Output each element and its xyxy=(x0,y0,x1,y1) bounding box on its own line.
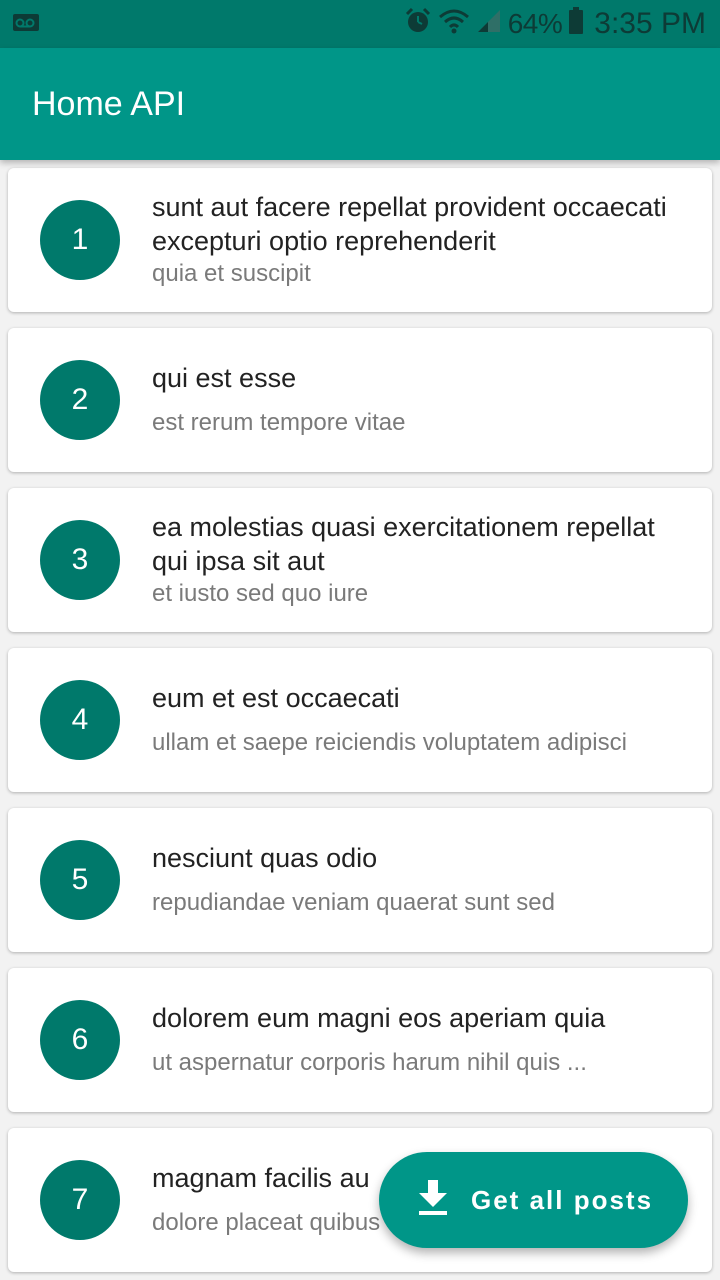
avatar: 1 xyxy=(40,200,120,280)
avatar: 7 xyxy=(40,1160,120,1240)
battery-icon xyxy=(568,6,584,42)
list-item[interactable]: 6 dolorem eum magni eos aperiam quia ut … xyxy=(8,968,712,1112)
list-item[interactable]: 2 qui est esse est rerum tempore vitae xyxy=(8,328,712,472)
wifi-icon xyxy=(438,8,470,41)
list-item[interactable]: 3 ea molestias quasi exercitationem repe… xyxy=(8,488,712,632)
battery-percent: 64% xyxy=(507,8,563,39)
post-subtitle: et iusto sed quo iure xyxy=(152,580,369,607)
app-bar: Home API xyxy=(0,48,720,160)
get-all-posts-button[interactable]: Get all posts xyxy=(379,1152,688,1248)
avatar: 3 xyxy=(40,520,120,600)
clock: 3:35 PM xyxy=(594,7,706,40)
download-icon xyxy=(417,1179,449,1221)
post-subtitle: est rerum tempore vitae xyxy=(152,409,406,436)
get-all-posts-label: Get all posts xyxy=(471,1184,654,1215)
post-title: nesciunt quas odio xyxy=(152,843,378,873)
post-title: sunt aut facere repellat provident occae… xyxy=(152,192,667,256)
avatar: 5 xyxy=(40,840,120,920)
post-subtitle: repudiandae veniam quaerat sunt sed xyxy=(152,889,555,916)
post-title: dolorem eum magni eos aperiam quia xyxy=(152,1003,606,1033)
post-title: ea molestias quasi exercitationem repell… xyxy=(152,512,655,576)
post-title: eum et est occaecati xyxy=(152,683,400,713)
signal-icon xyxy=(476,8,502,41)
voicemail-icon xyxy=(12,11,42,38)
alarm-icon xyxy=(404,7,432,42)
list-item[interactable]: 4 eum et est occaecati ullam et saepe re… xyxy=(8,648,712,792)
post-title: qui est esse xyxy=(152,363,297,393)
avatar: 2 xyxy=(40,360,120,440)
post-subtitle: ullam et saepe reiciendis voluptatem adi… xyxy=(152,729,627,756)
avatar: 6 xyxy=(40,1000,120,1080)
page-title: Home API xyxy=(32,84,186,123)
avatar: 4 xyxy=(40,680,120,760)
list-item[interactable]: 1 sunt aut facere repellat provident occ… xyxy=(8,168,712,312)
status-bar: 64% 3:35 PM xyxy=(0,0,720,48)
list-item[interactable]: 5 nesciunt quas odio repudiandae veniam … xyxy=(8,808,712,952)
post-subtitle: quia et suscipit xyxy=(152,260,311,287)
post-subtitle: ut aspernatur corporis harum nihil quis … xyxy=(152,1049,587,1076)
